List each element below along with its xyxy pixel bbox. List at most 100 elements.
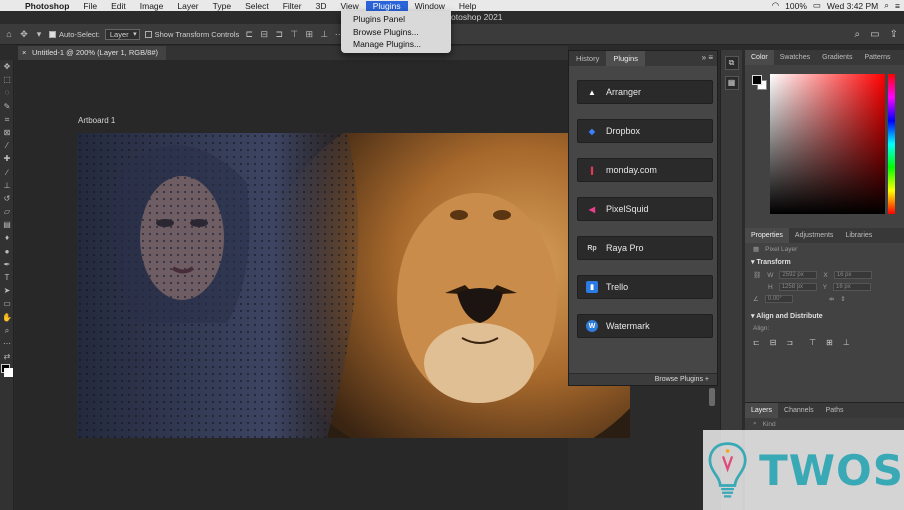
foreground-swatch[interactable] <box>752 75 762 85</box>
align-top-edges-icon[interactable]: ⊤ <box>809 338 816 347</box>
history-brush-tool-icon[interactable]: ↺ <box>0 192 14 205</box>
tab-swatches[interactable]: Swatches <box>774 50 816 65</box>
plugin-arranger-button[interactable]: ▲ Arranger <box>577 80 713 104</box>
plugin-watermark-button[interactable]: W Watermark <box>577 314 713 338</box>
align-middle-icon[interactable]: ⊞ <box>304 29 314 39</box>
workspace-icon[interactable]: ▭ <box>870 29 879 40</box>
artboard-label[interactable]: Artboard 1 <box>78 116 115 125</box>
zoom-tool-icon[interactable]: ⌕ <box>0 324 14 337</box>
menu-app[interactable]: Photoshop <box>18 1 76 11</box>
browse-plugins-link[interactable]: Browse Plugins + <box>569 373 717 385</box>
y-field[interactable]: 16 px <box>833 283 872 291</box>
wifi-icon[interactable]: ◠ <box>772 0 779 11</box>
home-icon[interactable]: ⌂ <box>4 29 14 39</box>
tab-paths[interactable]: Paths <box>820 403 850 418</box>
panel-scrollbar[interactable] <box>709 388 715 406</box>
menu-item-browse-plugins[interactable]: Browse Plugins... <box>341 26 451 39</box>
type-tool-icon[interactable]: T <box>0 271 14 284</box>
path-select-tool-icon[interactable]: ➤ <box>0 284 14 297</box>
color-picker-field[interactable] <box>770 74 885 214</box>
dodge-tool-icon[interactable]: ● <box>0 245 14 258</box>
crop-tool-icon[interactable]: ⌗ <box>0 113 14 126</box>
transform-controls-checkbox[interactable]: Show Transform Controls <box>144 30 239 39</box>
gradient-tool-icon[interactable]: ▤ <box>0 218 14 231</box>
blur-tool-icon[interactable]: ♦ <box>0 231 14 244</box>
auto-select-checkbox[interactable]: Auto-Select: <box>49 30 100 39</box>
plugins-panel-icon[interactable]: ⧉ <box>724 56 739 70</box>
close-icon[interactable]: × <box>22 46 26 60</box>
align-center-icon[interactable]: ⊟ <box>259 29 269 39</box>
menu-window[interactable]: Window <box>408 1 452 11</box>
panel-menu-icon[interactable]: » ≡ <box>702 53 713 62</box>
frame-tool-icon[interactable]: ⊠ <box>0 126 14 139</box>
plugin-pixelsquid-button[interactable]: ◀ PixelSquid <box>577 197 713 221</box>
search-icon[interactable]: ⌕ <box>855 29 861 40</box>
brush-tool-icon[interactable]: ∕ <box>0 166 14 179</box>
share-icon[interactable]: ⇪ <box>890 29 898 40</box>
width-field[interactable]: 2592 px <box>779 271 818 279</box>
color-swatches[interactable] <box>0 363 13 381</box>
eyedropper-tool-icon[interactable]: ⁄ <box>0 139 14 152</box>
menu-plugins[interactable]: Plugins <box>365 0 408 11</box>
plugin-trello-button[interactable]: ▮ Trello <box>577 275 713 299</box>
tab-adjustments[interactable]: Adjustments <box>789 228 840 243</box>
search-icon[interactable]: ⌕ <box>884 0 889 11</box>
flip-vertical-icon[interactable]: ⇕ <box>840 295 845 303</box>
menu-select[interactable]: Select <box>238 1 276 11</box>
document-tab[interactable]: × Untitled-1 @ 200% (Layer 1, RGB/8#) <box>18 46 167 60</box>
pen-tool-icon[interactable]: ✒ <box>0 258 14 271</box>
layer-filter-kind[interactable]: Kind <box>763 421 776 428</box>
menu-file[interactable]: File <box>76 1 104 11</box>
auto-select-dropdown[interactable]: Layer <box>104 28 140 40</box>
background-color[interactable] <box>4 368 13 378</box>
eraser-tool-icon[interactable]: ▱ <box>0 205 14 218</box>
align-left-edges-icon[interactable]: ⊏ <box>753 338 760 347</box>
control-center-icon[interactable]: ≡ <box>895 1 900 11</box>
menu-edit[interactable]: Edit <box>104 1 133 11</box>
move-tool-icon[interactable]: ✥ <box>19 29 29 39</box>
tab-libraries[interactable]: Libraries <box>839 228 878 243</box>
link-icon[interactable]: ⛓ <box>753 271 761 279</box>
x-field[interactable]: 16 px <box>833 271 872 279</box>
align-section-title[interactable]: ▾ Align and Distribute <box>745 309 904 323</box>
tab-patterns[interactable]: Patterns <box>858 50 896 65</box>
marquee-tool-icon[interactable]: ⬚ <box>0 73 14 86</box>
transform-section-title[interactable]: ▾ Transform <box>745 255 904 269</box>
align-bottom-icon[interactable]: ⊥ <box>319 29 329 39</box>
tab-channels[interactable]: Channels <box>778 403 820 418</box>
menu-view[interactable]: View <box>333 1 365 11</box>
menu-item-plugins-panel[interactable]: Plugins Panel <box>341 13 451 26</box>
menu-image[interactable]: Image <box>133 1 171 11</box>
menu-3d[interactable]: 3D <box>309 1 334 11</box>
tab-layers[interactable]: Layers <box>745 403 779 418</box>
more-tools-icon[interactable]: ⋯ <box>0 337 14 350</box>
menu-layer[interactable]: Layer <box>170 1 205 11</box>
lasso-tool-icon[interactable]: ◌ <box>0 86 14 99</box>
align-top-icon[interactable]: ⊤ <box>289 29 299 39</box>
align-right-icon[interactable]: ⊐ <box>274 29 284 39</box>
stamp-tool-icon[interactable]: ⊥ <box>0 179 14 192</box>
plugin-monday-button[interactable]: ∥ monday.com <box>577 158 713 182</box>
plugin-raya-pro-button[interactable]: Rp Raya Pro <box>577 236 713 260</box>
align-vertical-centers-icon[interactable]: ⊞ <box>826 338 833 347</box>
shape-tool-icon[interactable]: ▭ <box>0 297 14 310</box>
quick-select-tool-icon[interactable]: ✎ <box>0 100 14 113</box>
tab-color[interactable]: Color <box>745 50 774 65</box>
tab-history[interactable]: History <box>569 51 606 66</box>
clock[interactable]: Wed 3:42 PM <box>827 1 878 11</box>
align-right-edges-icon[interactable]: ⊐ <box>786 338 793 347</box>
align-horizontal-centers-icon[interactable]: ⊟ <box>770 338 777 347</box>
hue-slider[interactable] <box>888 74 895 214</box>
angle-field[interactable]: 0.00° <box>764 295 793 303</box>
flip-horizontal-icon[interactable]: ⇹ <box>829 295 834 303</box>
move-tool-icon[interactable]: ✥ <box>0 60 14 73</box>
menu-item-manage-plugins[interactable]: Manage Plugins... <box>341 38 451 51</box>
align-bottom-edges-icon[interactable]: ⊥ <box>843 338 850 347</box>
tab-properties[interactable]: Properties <box>745 228 789 243</box>
history-panel-icon[interactable]: ▦ <box>724 76 739 90</box>
swap-colors-icon[interactable]: ⇄ <box>0 350 14 363</box>
chevron-down-icon[interactable]: ▾ <box>34 29 44 39</box>
plugin-dropbox-button[interactable]: ◆ Dropbox <box>577 119 713 143</box>
healing-tool-icon[interactable]: ✚ <box>0 152 14 165</box>
tab-plugins[interactable]: Plugins <box>606 51 645 66</box>
